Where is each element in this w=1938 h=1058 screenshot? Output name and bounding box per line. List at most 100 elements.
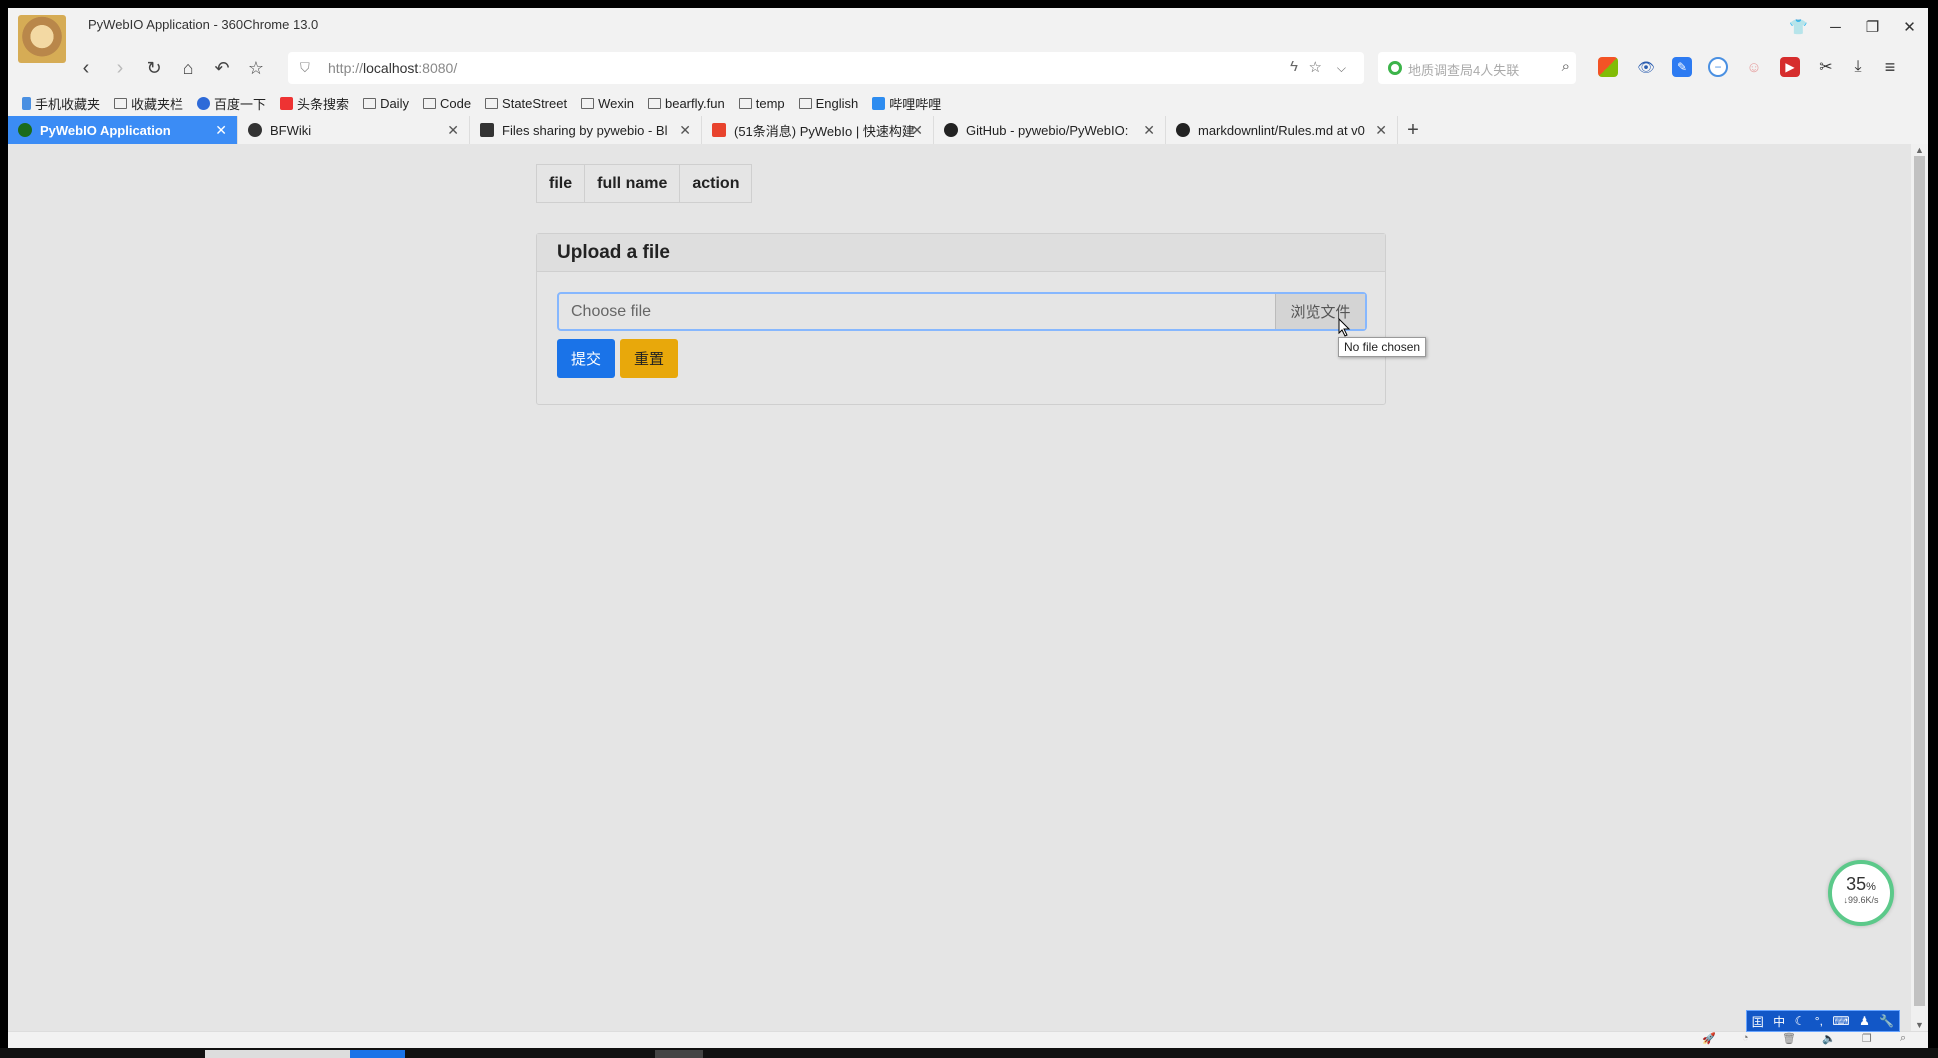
bookmark-item[interactable]: 手机收藏夹 bbox=[22, 94, 100, 113]
download-icon[interactable]: ⤓ bbox=[1848, 57, 1868, 77]
scrollbar-thumb[interactable] bbox=[1914, 156, 1925, 1006]
home-icon[interactable]: ⌂ bbox=[174, 54, 202, 82]
window-controls: 👕 ─ ❐ ✕ bbox=[1780, 8, 1928, 46]
taskbar-item[interactable] bbox=[205, 1050, 350, 1058]
speed-icon[interactable]: ◔ bbox=[1742, 1032, 1749, 1044]
profile-avatar[interactable] bbox=[18, 15, 66, 63]
bookmark-item[interactable]: 哔哩哔哩 bbox=[872, 94, 941, 113]
scissors-icon[interactable]: ✂ bbox=[1816, 57, 1836, 77]
mouse-cursor-icon bbox=[1338, 318, 1351, 337]
dropdown-chevron-icon[interactable]: ⌵ bbox=[1337, 61, 1346, 76]
bookmarks-bar: 手机收藏夹 收藏夹栏 百度一下 头条搜索 Daily Code StateStr… bbox=[8, 90, 1928, 116]
bookmark-item[interactable]: Daily bbox=[363, 96, 409, 111]
folder-icon bbox=[114, 97, 128, 109]
page-content: file full name action Upload a file Choo… bbox=[8, 144, 1911, 1031]
undo-icon[interactable]: ↶ bbox=[208, 54, 236, 82]
ime-logo-icon[interactable]: 囯 bbox=[1752, 1013, 1764, 1030]
moon-icon[interactable]: ☾ bbox=[1795, 1014, 1806, 1028]
blog-favicon-icon bbox=[480, 123, 494, 137]
minimize-icon[interactable]: ─ bbox=[1817, 8, 1854, 46]
taskbar-item[interactable] bbox=[350, 1050, 405, 1058]
folder-icon bbox=[581, 97, 595, 109]
user-icon[interactable]: ♟ bbox=[1859, 1014, 1870, 1028]
tab-files-sharing[interactable]: Files sharing by pywebio - Bl ✕ bbox=[470, 116, 702, 144]
bookmark-item[interactable]: 头条搜索 bbox=[280, 94, 349, 113]
menu-icon[interactable]: ≡ bbox=[1880, 57, 1900, 77]
tab-close-icon[interactable]: ✕ bbox=[1375, 122, 1387, 139]
trash-icon[interactable]: 🗑 bbox=[1782, 1032, 1796, 1045]
reload-icon[interactable]: ↻ bbox=[140, 54, 168, 82]
restore-icon[interactable]: ❐ bbox=[1854, 8, 1891, 46]
search-engine-icon bbox=[1388, 61, 1402, 75]
ime-mode-label[interactable]: 中 bbox=[1773, 1013, 1785, 1030]
scroll-down-icon[interactable]: ▼ bbox=[1915, 1020, 1924, 1030]
table-header-row: file full name action bbox=[535, 164, 753, 203]
folder-icon bbox=[738, 97, 752, 109]
back-icon[interactable]: ‹ bbox=[72, 54, 100, 82]
search-input[interactable]: 地质调查局4人失联 bbox=[1408, 60, 1519, 79]
file-tooltip: No file chosen bbox=[1338, 337, 1427, 357]
feather-extension-icon[interactable]: ✎ bbox=[1672, 57, 1692, 77]
tab-close-icon[interactable]: ✕ bbox=[679, 122, 691, 139]
search-icon[interactable]: ⌕ bbox=[1562, 58, 1570, 75]
taskbar-item[interactable] bbox=[655, 1050, 703, 1058]
cat-icon[interactable]: ☺ bbox=[1744, 57, 1764, 77]
tab-close-icon[interactable]: ✕ bbox=[1143, 122, 1155, 139]
pywebio-favicon-icon bbox=[18, 123, 32, 137]
tab-strip: PyWebIO Application ✕ BFWiki ✕ Files sha… bbox=[8, 116, 1928, 144]
tab-close-icon[interactable]: ✕ bbox=[911, 122, 923, 139]
submit-button[interactable]: 提交 bbox=[557, 339, 615, 378]
zoom-icon[interactable]: ⌕ bbox=[1900, 1032, 1906, 1045]
folder-icon bbox=[363, 97, 377, 109]
skin-icon[interactable]: 👕 bbox=[1780, 8, 1817, 46]
tab-github-pywebio[interactable]: GitHub - pywebio/PyWebIO: ✕ bbox=[934, 116, 1166, 144]
page-scrollbar[interactable]: ▲ ▼ bbox=[1911, 144, 1928, 1031]
sound-icon[interactable]: 🔈 bbox=[1822, 1032, 1836, 1045]
bookmark-item[interactable]: 收藏夹栏 bbox=[114, 94, 183, 113]
punctuation-icon[interactable]: °, bbox=[1815, 1014, 1823, 1028]
address-bar[interactable]: ⛉ http://localhost:8080/ ϟ ☆ ⌵ bbox=[288, 52, 1364, 84]
file-input-placeholder: Choose file bbox=[571, 303, 652, 320]
url-text[interactable]: http://localhost:8080/ bbox=[328, 60, 457, 76]
video-clapper-icon[interactable]: ▶ bbox=[1780, 57, 1800, 77]
toutiao-icon bbox=[280, 96, 294, 110]
minus-circle-icon[interactable]: − bbox=[1708, 57, 1728, 77]
wrench-icon[interactable]: 🔧 bbox=[1879, 1014, 1894, 1028]
network-monitor-widget[interactable]: 35% ↓99.6K/s bbox=[1828, 860, 1894, 926]
bookmark-item[interactable]: bearfly.fun bbox=[647, 96, 725, 111]
apps-grid-icon[interactable] bbox=[1598, 57, 1618, 77]
keyboard-icon[interactable]: ⌨ bbox=[1832, 1014, 1849, 1028]
bookmark-item[interactable]: 百度一下 bbox=[197, 94, 266, 113]
tab-csdn[interactable]: (51条消息) PyWebIo | 快速构建 ✕ bbox=[702, 116, 934, 144]
eye-icon[interactable]: 👁 bbox=[1636, 57, 1656, 77]
rocket-icon[interactable]: 🚀 bbox=[1702, 1032, 1716, 1045]
close-icon[interactable]: ✕ bbox=[1891, 8, 1928, 46]
bookmark-item[interactable]: Code bbox=[422, 96, 471, 111]
file-input[interactable]: Choose file 浏览文件 bbox=[557, 292, 1367, 331]
security-shield-icon[interactable]: ⛉ bbox=[300, 60, 310, 76]
bookmark-item[interactable]: StateStreet bbox=[485, 96, 567, 111]
bookmark-star-icon[interactable]: ☆ bbox=[242, 54, 270, 82]
column-header-action: action bbox=[679, 164, 753, 203]
column-header-file: file bbox=[535, 164, 586, 203]
new-tab-icon[interactable]: + bbox=[1398, 116, 1428, 144]
lightning-icon[interactable]: ϟ bbox=[1290, 58, 1298, 75]
search-box[interactable]: 地质调查局4人失联 ⌕ bbox=[1378, 52, 1576, 84]
scroll-up-icon[interactable]: ▲ bbox=[1915, 145, 1924, 155]
tab-close-icon[interactable]: ✕ bbox=[215, 122, 227, 139]
tab-bfwiki[interactable]: BFWiki ✕ bbox=[238, 116, 470, 144]
folder-icon bbox=[422, 97, 436, 109]
bookmark-item[interactable]: Wexin bbox=[581, 96, 634, 111]
forward-icon[interactable]: › bbox=[106, 54, 134, 82]
window-icon[interactable]: ❐ bbox=[1862, 1032, 1872, 1045]
folder-icon bbox=[485, 97, 499, 109]
taskbar bbox=[0, 1048, 1938, 1058]
bookmark-item[interactable]: English bbox=[798, 96, 858, 111]
tab-close-icon[interactable]: ✕ bbox=[447, 122, 459, 139]
favorite-star-icon[interactable]: ☆ bbox=[1309, 58, 1322, 76]
tab-markdownlint[interactable]: markdownlint/Rules.md at v0 ✕ bbox=[1166, 116, 1398, 144]
tab-pywebio[interactable]: PyWebIO Application ✕ bbox=[8, 116, 238, 144]
github-icon bbox=[1176, 123, 1190, 137]
bookmark-item[interactable]: temp bbox=[738, 96, 785, 111]
reset-button[interactable]: 重置 bbox=[620, 339, 678, 378]
